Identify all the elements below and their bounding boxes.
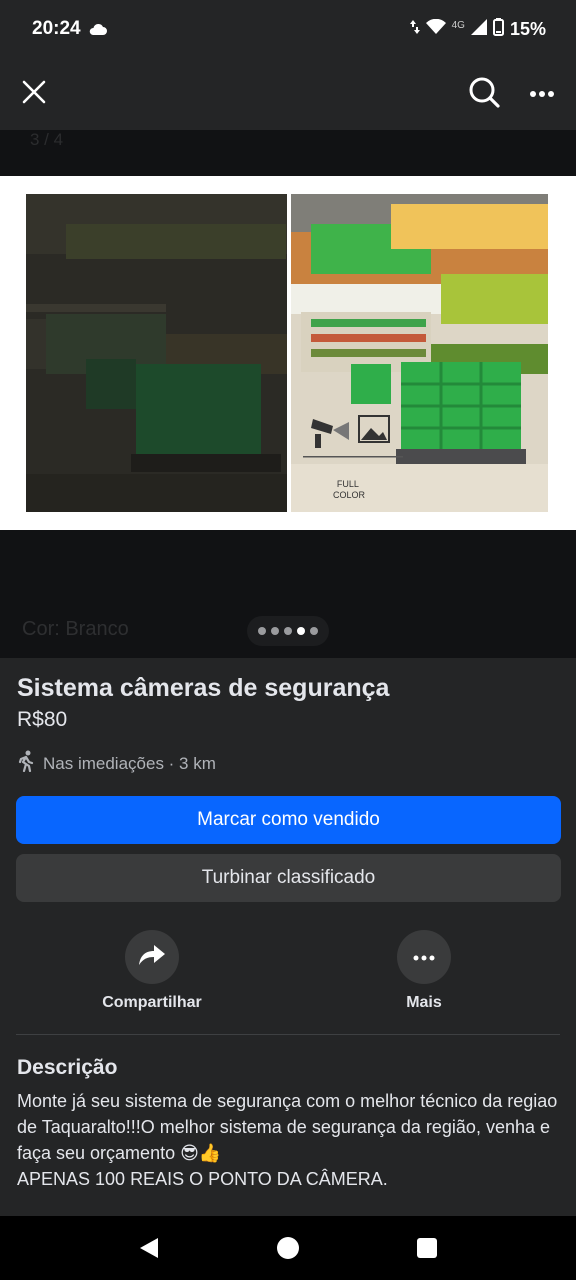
image-caption: Cor: Branco [22,618,129,640]
more-options-button[interactable] [522,74,562,114]
wifi-icon [425,18,446,40]
cloud-icon [88,22,108,41]
close-button[interactable] [14,74,54,114]
listing-title: Sistema câmeras de segurança [17,674,390,702]
image-counter: 3 / 4 [30,130,64,149]
svg-text:FULL COLOR: FULL COLOR [333,479,366,500]
more-action[interactable]: Mais [344,930,504,1012]
data-arrows-icon [409,19,420,40]
more-button[interactable] [397,930,451,984]
divider [16,1034,560,1035]
photo-night-view [26,194,287,512]
boost-listing-button[interactable]: Turbinar classificado [16,854,561,902]
photo-carousel[interactable]: 3 / 4 FULL COLOR Cor: Branco [0,130,576,658]
description-heading: Descrição [17,1056,118,1079]
listing-photo: FULL COLOR [0,176,576,530]
carousel-dot[interactable] [284,627,292,635]
share-icon [138,943,166,972]
carousel-dot[interactable] [258,627,266,635]
description-text: Monte já seu sistema de segurança com o … [17,1091,558,1189]
home-icon[interactable] [277,1237,299,1259]
share-label: Compartilhar [102,994,202,1011]
more-label: Mais [406,994,442,1011]
share-button[interactable] [125,930,179,984]
carousel-indicator[interactable] [247,616,329,646]
status-time: 20:24 [32,18,81,39]
search-button[interactable] [464,74,504,114]
status-bar: 20:24 4G 15% [0,0,576,60]
carousel-dot[interactable] [271,627,279,635]
battery-icon [492,18,504,41]
listing-location: Nas imediações · 3 km [17,750,216,777]
close-icon [22,80,46,109]
mark-as-sold-button[interactable]: Marcar como vendido [16,796,561,844]
system-nav-bar [0,1216,576,1280]
share-action[interactable]: Compartilhar [72,930,232,1012]
photo-caption-line-2: COLOR [333,490,366,500]
location-text: Nas imediações · 3 km [43,753,216,773]
signal-icon [470,19,487,40]
top-bar [0,60,576,130]
carousel-dot[interactable] [297,627,305,635]
more-icon [529,85,555,103]
recents-icon[interactable] [417,1238,437,1258]
walking-icon [17,750,37,777]
network-type: 4G [451,20,465,31]
listing-price: R$80 [17,708,68,731]
back-icon[interactable] [138,1236,160,1265]
carousel-dot[interactable] [310,627,318,635]
battery-level: 15% [509,19,546,39]
more-dots-icon [413,948,435,966]
photo-day-view: FULL COLOR [291,194,548,512]
status-indicators: 4G 15% [409,18,546,41]
search-icon [468,76,500,113]
photo-caption-line-1: FULL [337,479,359,489]
